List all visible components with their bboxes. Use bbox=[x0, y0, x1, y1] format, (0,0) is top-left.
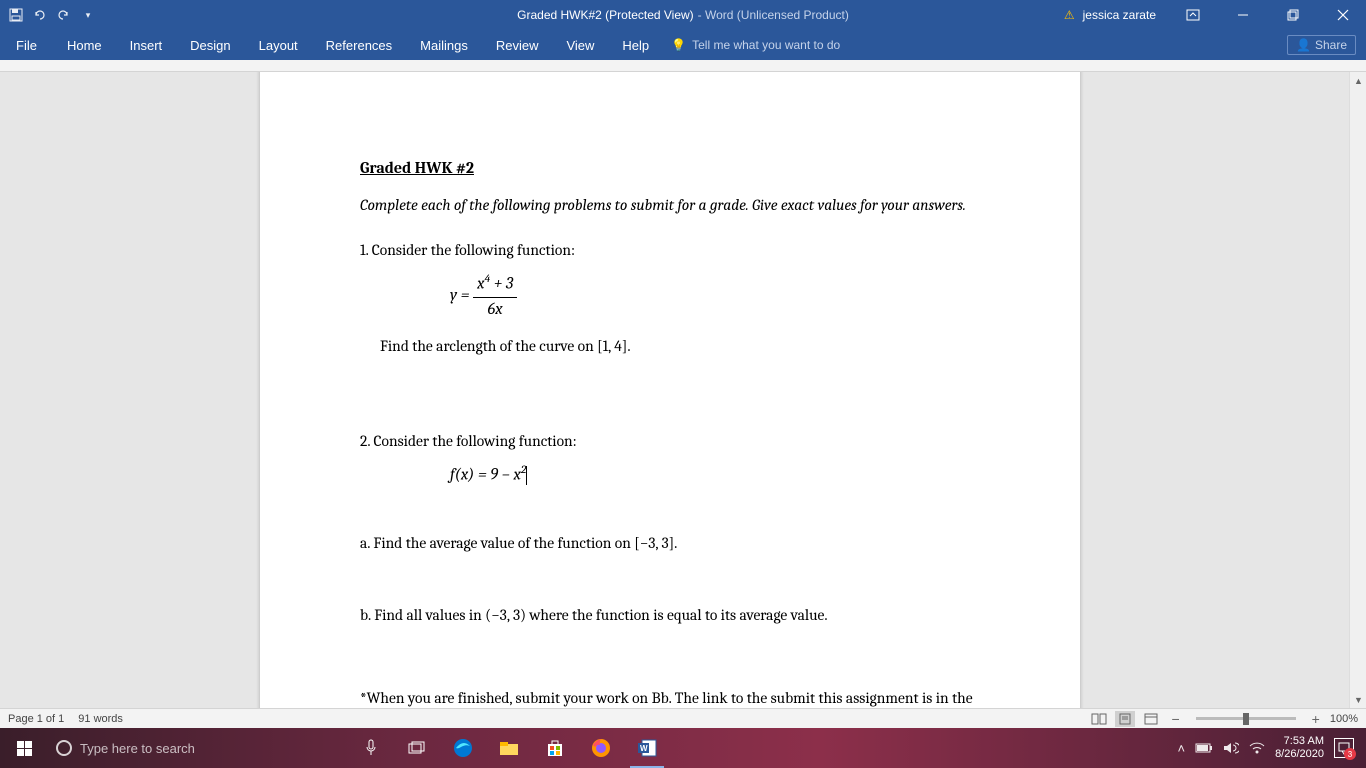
window-title: Graded HWK#2 (Protected View) - Word (Un… bbox=[517, 8, 849, 22]
eq-lhs: y = bbox=[450, 286, 470, 305]
clock-time: 7:53 AM bbox=[1275, 735, 1324, 748]
status-right: − + 100% bbox=[1089, 711, 1358, 727]
tab-layout[interactable]: Layout bbox=[245, 30, 312, 60]
problem2-intro: 2. Consider the following function: bbox=[360, 430, 980, 452]
system-tray: ˄ 7:53 AM 8/26/2020 3 bbox=[1177, 728, 1366, 768]
maximize-button[interactable] bbox=[1270, 0, 1316, 30]
user-name[interactable]: jessica zarate bbox=[1083, 8, 1156, 22]
mic-icon[interactable] bbox=[348, 728, 394, 768]
tab-view[interactable]: View bbox=[552, 30, 608, 60]
doc-heading: Graded HWK #2 bbox=[360, 157, 980, 180]
clock-date: 8/26/2020 bbox=[1275, 748, 1324, 761]
volume-icon[interactable] bbox=[1223, 741, 1239, 755]
ribbon-tabs: File Home Insert Design Layout Reference… bbox=[0, 30, 1366, 60]
eq-num-const: + 3 bbox=[490, 275, 513, 294]
text-cursor bbox=[526, 466, 527, 485]
windows-taskbar: Type here to search W ˄ 7:53 AM 8/26/202… bbox=[0, 728, 1366, 768]
qat-dropdown-icon[interactable]: ▾ bbox=[80, 7, 96, 23]
tell-me-search[interactable]: 💡 Tell me what you want to do bbox=[671, 38, 840, 52]
cortana-icon bbox=[56, 740, 72, 756]
battery-icon[interactable] bbox=[1195, 743, 1213, 753]
status-left: Page 1 of 1 91 words bbox=[8, 713, 123, 725]
read-mode-icon[interactable] bbox=[1089, 711, 1109, 727]
problem2-equation: f(x) = 9 − x2 bbox=[360, 462, 980, 487]
start-button[interactable] bbox=[0, 728, 48, 768]
zoom-in-button[interactable]: + bbox=[1308, 711, 1324, 727]
zoom-level[interactable]: 100% bbox=[1330, 713, 1358, 725]
share-label: Share bbox=[1315, 38, 1347, 52]
problem2a: a. Find the average value of the functio… bbox=[360, 532, 980, 554]
problem2b: b. Find all values in (−3, 3) where the … bbox=[360, 604, 980, 626]
save-icon[interactable] bbox=[8, 7, 24, 23]
eq2-body: f(x) = 9 − x bbox=[450, 466, 521, 485]
redo-icon[interactable] bbox=[56, 7, 72, 23]
taskbar-apps: W bbox=[348, 728, 670, 768]
share-button[interactable]: 👤 Share bbox=[1287, 35, 1356, 55]
tab-references[interactable]: References bbox=[312, 30, 406, 60]
share-icon: 👤 bbox=[1296, 38, 1311, 52]
tab-file[interactable]: File bbox=[0, 30, 53, 60]
title-bar: ▾ Graded HWK#2 (Protected View) - Word (… bbox=[0, 0, 1366, 30]
eq-denominator: 6x bbox=[473, 298, 517, 322]
scroll-up-icon[interactable]: ▲ bbox=[1350, 72, 1366, 89]
close-button[interactable] bbox=[1320, 0, 1366, 30]
zoom-out-button[interactable]: − bbox=[1167, 711, 1183, 727]
workspace: Graded HWK #2 Complete each of the follo… bbox=[0, 72, 1366, 708]
tab-design[interactable]: Design bbox=[176, 30, 244, 60]
tab-help[interactable]: Help bbox=[608, 30, 663, 60]
search-placeholder: Type here to search bbox=[80, 741, 195, 756]
page-indicator[interactable]: Page 1 of 1 bbox=[8, 713, 64, 725]
file-explorer-icon[interactable] bbox=[486, 728, 532, 768]
notifications-icon[interactable]: 3 bbox=[1334, 738, 1354, 758]
titlebar-right: ⚠ jessica zarate bbox=[1064, 0, 1366, 30]
doc-instructions: Complete each of the following problems … bbox=[360, 194, 980, 216]
warning-icon: ⚠ bbox=[1064, 8, 1075, 22]
scroll-down-icon[interactable]: ▼ bbox=[1350, 691, 1366, 708]
tab-home[interactable]: Home bbox=[53, 30, 116, 60]
status-bar: Page 1 of 1 91 words − + 100% bbox=[0, 708, 1366, 728]
document-area[interactable]: Graded HWK #2 Complete each of the follo… bbox=[0, 72, 1349, 708]
tell-me-placeholder: Tell me what you want to do bbox=[692, 38, 840, 52]
document-title: Graded HWK#2 (Protected View) bbox=[517, 8, 694, 22]
vertical-scrollbar[interactable]: ▲ ▼ bbox=[1349, 72, 1366, 708]
eq-fraction: x4 + 3 6x bbox=[473, 271, 517, 321]
app-title: - Word (Unlicensed Product) bbox=[698, 8, 849, 22]
ribbon-options-icon[interactable] bbox=[1170, 0, 1216, 30]
firefox-icon[interactable] bbox=[578, 728, 624, 768]
lightbulb-icon: 💡 bbox=[671, 38, 686, 52]
taskbar-search[interactable]: Type here to search bbox=[48, 728, 348, 768]
print-layout-icon[interactable] bbox=[1115, 711, 1135, 727]
zoom-slider[interactable] bbox=[1196, 717, 1296, 720]
zoom-thumb[interactable] bbox=[1243, 713, 1249, 725]
notification-badge: 3 bbox=[1344, 748, 1356, 760]
eq-num-var: x bbox=[477, 275, 484, 294]
footnote-text: *When you are finished, submit your work… bbox=[360, 689, 973, 708]
windows-logo-icon bbox=[17, 741, 32, 756]
tab-review[interactable]: Review bbox=[482, 30, 553, 60]
problem1-task: Find the arclength of the curve on [1, 4… bbox=[360, 335, 980, 357]
word-count[interactable]: 91 words bbox=[78, 713, 123, 725]
quick-access-toolbar: ▾ bbox=[0, 7, 96, 23]
wifi-icon[interactable] bbox=[1249, 742, 1265, 754]
problem1-equation: y = x4 + 3 6x bbox=[360, 271, 980, 321]
undo-icon[interactable] bbox=[32, 7, 48, 23]
svg-text:W: W bbox=[640, 744, 648, 753]
tray-chevron-icon[interactable]: ˄ bbox=[1177, 741, 1185, 756]
tab-insert[interactable]: Insert bbox=[116, 30, 177, 60]
web-layout-icon[interactable] bbox=[1141, 711, 1161, 727]
tab-mailings[interactable]: Mailings bbox=[406, 30, 482, 60]
problem1-intro: 1. Consider the following function: bbox=[360, 239, 980, 261]
taskbar-clock[interactable]: 7:53 AM 8/26/2020 bbox=[1275, 735, 1324, 761]
word-icon[interactable]: W bbox=[624, 728, 670, 768]
eq-numerator: x4 + 3 bbox=[473, 271, 517, 297]
task-view-icon[interactable] bbox=[394, 728, 440, 768]
document-content: Graded HWK #2 Complete each of the follo… bbox=[360, 157, 980, 708]
minimize-button[interactable] bbox=[1220, 0, 1266, 30]
document-page[interactable]: Graded HWK #2 Complete each of the follo… bbox=[260, 72, 1080, 708]
submission-note: *When you are finished, submit your work… bbox=[360, 687, 980, 708]
store-icon[interactable] bbox=[532, 728, 578, 768]
edge-icon[interactable] bbox=[440, 728, 486, 768]
ribbon-collapsed bbox=[0, 60, 1366, 72]
